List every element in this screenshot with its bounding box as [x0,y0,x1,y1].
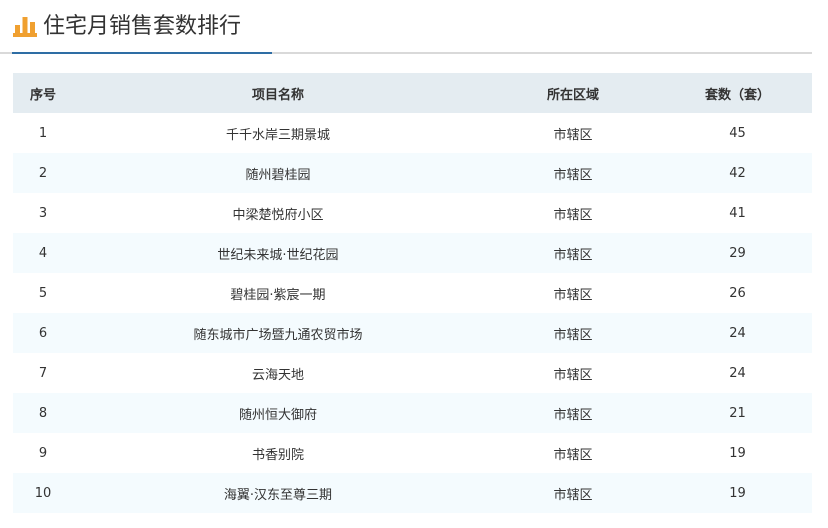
row-count: 24 [729,325,746,341]
column-header-count: 套数（套） [704,87,770,103]
row-count: 45 [729,125,746,141]
row-count: 19 [729,445,746,461]
page-title: 住宅月销售套数排行 [43,14,242,39]
column-header-area: 所在区域 [546,87,599,103]
row-area: 市辖区 [553,287,593,303]
row-area: 市辖区 [553,327,593,343]
row-area: 市辖区 [553,407,593,423]
sales-ranking-table: 序号 项目名称 所在区域 套数（套） 1 千千水岸三期景城 市辖区 45 2 随… [13,73,812,513]
table-row: 4 世纪未来城·世纪花园 市辖区 29 [13,233,812,273]
row-area: 市辖区 [553,167,593,183]
title-accent-underline [12,52,272,54]
row-count: 24 [729,365,746,381]
row-no: 6 [38,325,48,341]
row-no: 2 [38,165,48,181]
row-no: 1 [38,125,48,141]
table-row: 2 随州碧桂园 市辖区 42 [13,153,812,193]
column-header-project-name: 项目名称 [251,87,304,103]
row-area: 市辖区 [553,207,593,223]
row-count: 19 [729,485,746,501]
column-header-no: 序号 [29,87,56,103]
row-no: 7 [38,365,48,381]
row-count: 41 [729,205,746,221]
row-count: 21 [729,405,746,421]
row-area: 市辖区 [553,127,593,143]
table-row: 1 千千水岸三期景城 市辖区 45 [13,113,812,153]
section-header: 住宅月销售套数排行 [0,0,812,54]
table-row: 9 书香别院 市辖区 19 [13,433,812,473]
row-no: 5 [38,285,48,301]
table-row: 6 随东城市广场暨九通农贸市场 市辖区 24 [13,313,812,353]
table-row: 7 云海天地 市辖区 24 [13,353,812,393]
table-row: 3 中梁楚悦府小区 市辖区 41 [13,193,812,233]
table-row: 8 随州恒大御府 市辖区 21 [13,393,812,433]
row-no: 10 [34,485,52,501]
row-area: 市辖区 [553,447,593,463]
row-project-name: 世纪未来城·世纪花园 [217,247,339,263]
row-project-name: 中梁楚悦府小区 [232,207,324,223]
row-no: 4 [38,245,48,261]
row-project-name: 随州碧桂园 [245,167,311,183]
row-no: 8 [38,405,48,421]
row-area: 市辖区 [553,247,593,263]
row-count: 42 [729,165,746,181]
row-project-name: 随东城市广场暨九通农贸市场 [193,327,363,343]
row-count: 26 [729,285,746,301]
row-no: 9 [38,445,48,461]
row-project-name: 海翼·汉东至尊三期 [223,487,333,503]
row-project-name: 碧桂园·紫宸一期 [230,287,326,303]
row-count: 29 [729,245,746,261]
bar-chart-icon [13,17,37,37]
table-row: 5 碧桂园·紫宸一期 市辖区 26 [13,273,812,313]
row-area: 市辖区 [553,367,593,383]
row-no: 3 [38,205,48,221]
row-project-name: 书香别院 [251,447,304,463]
row-project-name: 千千水岸三期景城 [225,127,330,143]
table-header-row: 序号 项目名称 所在区域 套数（套） [13,73,812,113]
row-project-name: 云海天地 [251,367,304,383]
row-project-name: 随州恒大御府 [238,407,317,423]
table-row: 10 海翼·汉东至尊三期 市辖区 19 [13,473,812,513]
row-area: 市辖区 [553,487,593,503]
